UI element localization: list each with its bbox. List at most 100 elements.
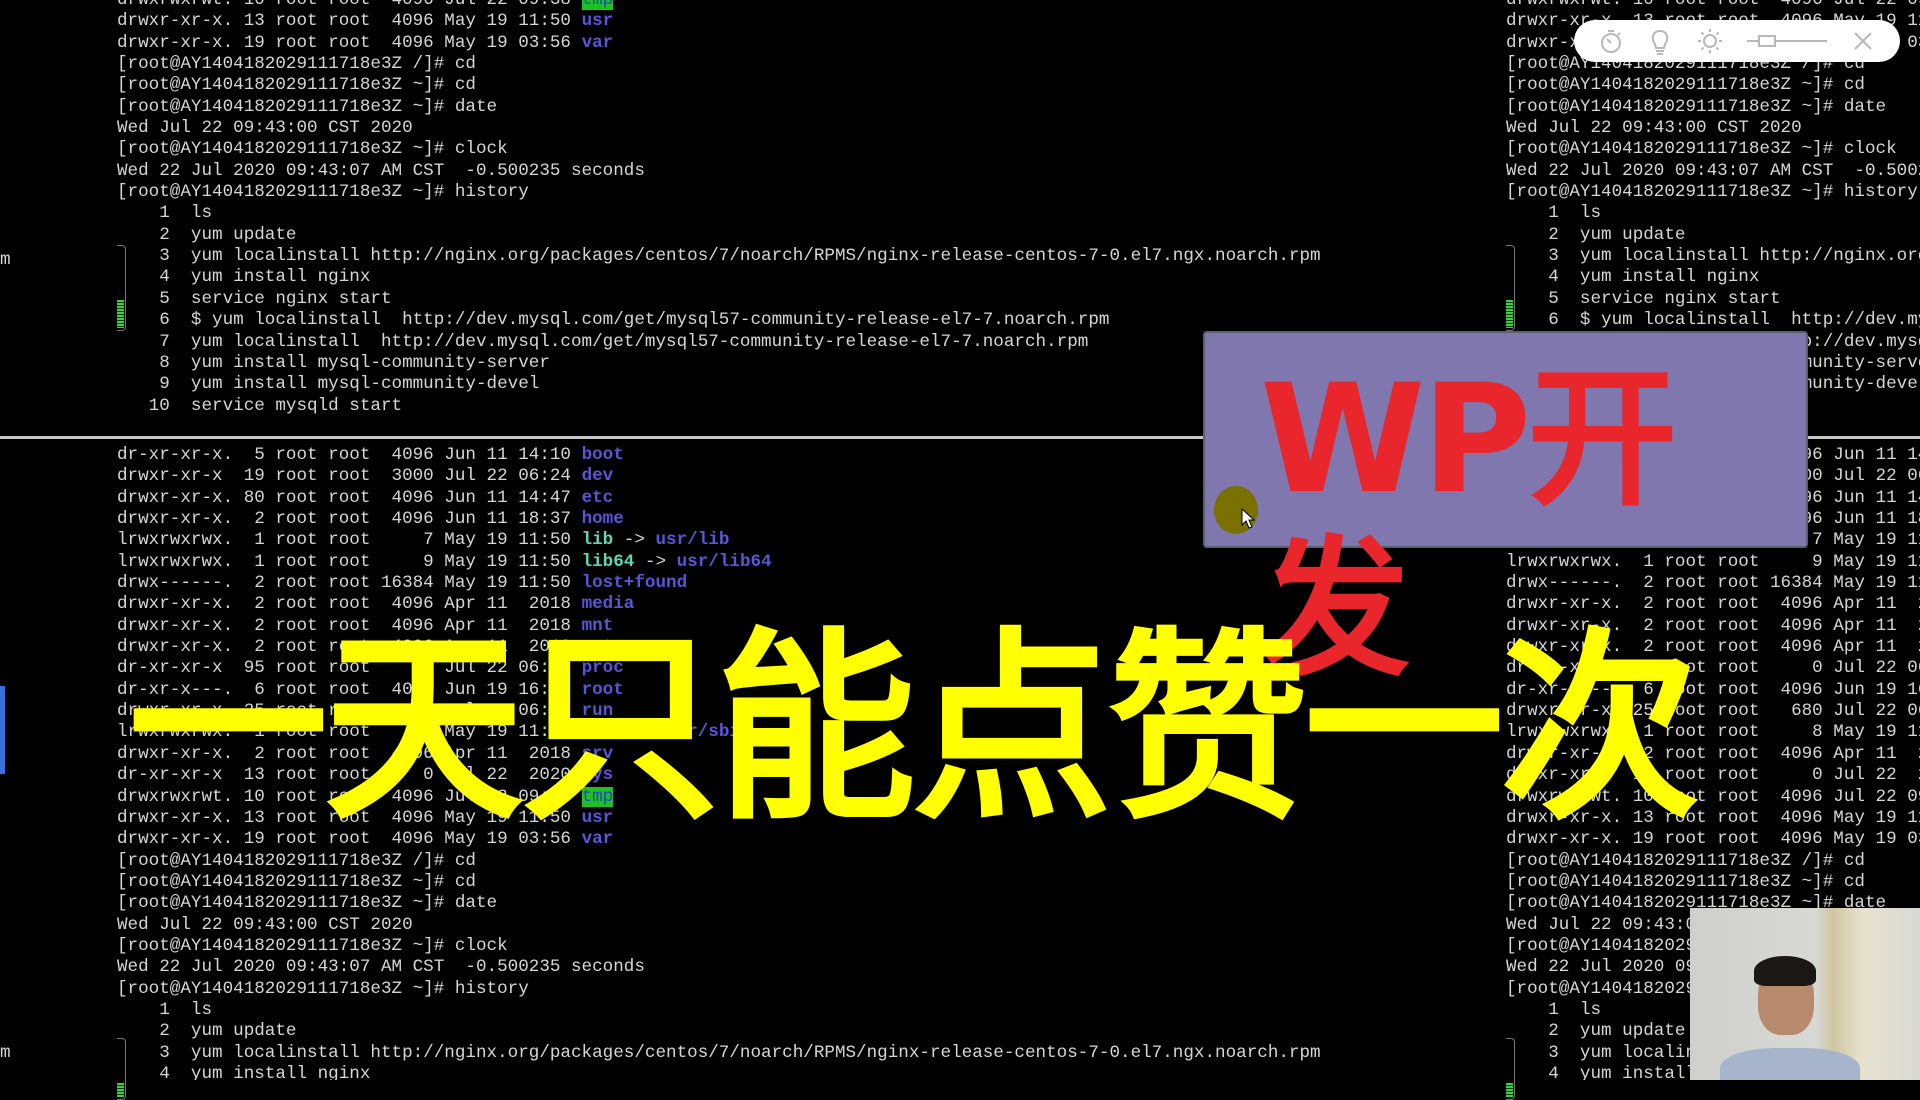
terminal-line: [root@AY1404182029111718e3Z ~]# clock: [117, 936, 1321, 957]
terminal-line: [root@AY1404182029111718e3Z ~]# cd: [1506, 75, 1920, 96]
line-text: Wed 22 Jul 2020 09:43:07 AM CST -0.50023…: [117, 160, 645, 181]
line-text: [root@AY1404182029111718e3Z ~]# history: [1506, 182, 1918, 203]
line-text: 1 ls: [1506, 999, 1602, 1020]
side-tab-handle[interactable]: [0, 686, 5, 774]
line-text: drwxr-xr-x. 19 root root 4096 May 19 03:…: [117, 32, 582, 53]
file-name: lost+found: [581, 573, 688, 594]
line-text: drwxr-xr-x. 2 root root 4096 Jun 11 18:3…: [117, 509, 582, 530]
terminal-line: [root@AY1404182029111718e3Z ~]# history: [117, 979, 1321, 1000]
terminal-line: dr-xr-xr-x. 5 root root 4096 Jun 11 14:1…: [117, 445, 1321, 466]
line-text: [root@AY1404182029111718e3Z ~]# clock: [117, 935, 508, 956]
line-text: 2 yum update: [117, 224, 297, 245]
file-name: boot: [581, 445, 624, 465]
terminal-line: drwxr-xr-x. 19 root root 4096 May 19 03:…: [117, 33, 1321, 54]
terminal-line: 3 yum localinstall http://nginx.org/pack…: [1506, 246, 1920, 267]
presenter-shirt: [1720, 1048, 1860, 1080]
file-name: dev: [581, 466, 614, 487]
line-text: 1 ls: [117, 203, 213, 224]
line-text: [root@AY1404182029111718e3Z ~]# date: [117, 893, 498, 914]
headline-caption: 一天只能点赞一次: [128, 610, 1700, 849]
line-text: lrwxrwxrwx. 1 root root 7 May 19 11:50: [117, 530, 582, 551]
scrollbar-thumb[interactable]: [117, 245, 126, 331]
scrollbar-thumb[interactable]: [117, 1038, 126, 1100]
scroll-progress: [117, 300, 124, 328]
terminal-line: Wed 22 Jul 2020 09:43:07 AM CST -0.50023…: [117, 957, 1321, 978]
terminal-line: 5 service nginx start: [1506, 289, 1920, 310]
line-text: 3 yum localinstall http://nginx.org/pack…: [1548, 246, 1920, 267]
terminal-line: lrwxrwxrwx. 1 root root 9 May 19 11:50 l…: [117, 552, 1321, 573]
terminal-line: 3 yum localinstall http://nginx.org/pack…: [117, 1042, 1321, 1064]
terminal-line: [root@AY1404182029111718e3Z ~]# history: [1506, 182, 1920, 203]
terminal-line: 2 yum update: [1506, 225, 1920, 246]
opacity-slider[interactable]: [1745, 26, 1829, 56]
presenter-hair: [1754, 956, 1816, 986]
line-text: [root@AY1404182029111718e3Z /]# cd: [117, 850, 476, 871]
terminal-line: [root@AY1404182029111718e3Z ~]# clock: [117, 139, 1321, 160]
terminal-line: [root@AY1404182029111718e3Z /]# cd: [117, 851, 1321, 872]
symlink-target: usr/lib: [655, 530, 730, 551]
line-text: [root@AY1404182029111718e3Z /]# cd: [1506, 850, 1865, 871]
line-text: drwxr-xr-x 19 root root 3000 Jul 22 06:2…: [117, 466, 582, 487]
line-text: 7 yum localinstall http://dev.mysql.com/…: [117, 331, 1089, 352]
line-text: dr-xr-xr-x. 5 root root 4096 Jun 11 14:1…: [117, 445, 582, 465]
terminal-line: [root@AY1404182029111718e3Z ~]# history: [117, 182, 1321, 203]
line-text: 1 ls: [117, 999, 213, 1020]
line-text: [root@AY1404182029111718e3Z ~]# cd: [1506, 871, 1865, 892]
line-text: [root@AY1404182029111718e3Z ~]# history: [117, 978, 529, 999]
line-text: 3 yum localinstall http://nginx.org/pack…: [117, 1042, 1321, 1063]
line-text: drwxr-xr-x. 80 root root 4096 Jun 11 14:…: [117, 487, 582, 508]
terminal-line: [root@AY1404182029111718e3Z ~]# cd: [1506, 872, 1920, 893]
line-text: [root@AY1404182029111718e3Z ~]# cd: [117, 871, 476, 892]
brightness-icon[interactable]: [1695, 26, 1725, 56]
terminal-line: 2 yum update: [117, 1021, 1321, 1042]
terminal-line: [root@AY1404182029111718e3Z ~]# cd: [117, 75, 1321, 96]
terminal-output: drwxrwxrwt. 10 root root 4096 Jul 22 09:…: [117, 0, 1321, 417]
terminal-line: 10 service mysqld start: [117, 396, 1321, 417]
line-text: 4 yum install nginx: [1506, 267, 1760, 288]
terminal-line: drwxr-xr-x. 80 root root 4096 Jun 11 14:…: [117, 488, 1321, 509]
line-text: [root@AY1404182029111718e3Z ~]# clock: [117, 139, 508, 160]
scrollbar-thumb[interactable]: [1506, 245, 1515, 331]
line-text: 5 service nginx start: [1506, 288, 1781, 309]
line-text: [root@AY1404182029111718e3Z ~]# history: [117, 182, 529, 203]
terminal-line: [root@AY1404182029111718e3Z /]# cd: [1506, 851, 1920, 872]
scroll-progress: [1506, 1083, 1513, 1097]
terminal-line: 4 yum install nginx: [117, 1064, 1321, 1080]
terminal-line: 1 ls: [117, 1000, 1321, 1021]
line-text: 2 yum update: [117, 1021, 297, 1042]
line-text: 3 yum localinstall http://nginx.org/pack…: [117, 246, 1321, 267]
terminal-line: Wed Jul 22 09:43:00 CST 2020: [117, 118, 1321, 139]
scrollbar-thumb[interactable]: [1506, 1038, 1515, 1100]
line-text: 8 yum install mysql-community-server: [117, 352, 550, 373]
close-icon[interactable]: [1848, 26, 1878, 56]
terminal-line: 8 yum install mysql-community-server: [117, 353, 1321, 374]
terminal-line: 6 $ yum localinstall http://dev.mysql.co…: [117, 310, 1321, 331]
file-name: tmp: [581, 0, 614, 10]
terminal-line: 3 yum localinstall http://nginx.org/pack…: [117, 246, 1321, 267]
title-overlay-box: WP开发: [1203, 331, 1808, 695]
file-name: etc: [581, 487, 614, 508]
terminal-line: 1 ls: [1506, 203, 1920, 224]
terminal-line: drwxr-xr-x. 13 root root 4096 May 19 11:…: [117, 11, 1321, 32]
symlink-arrow: ->: [634, 551, 677, 572]
timer-icon[interactable]: [1596, 26, 1626, 56]
line-text: Wed Jul 22 09:43:00 CST 2020: [117, 914, 413, 935]
file-name: home: [581, 509, 624, 530]
terminal-line: [root@AY1404182029111718e3Z ~]# date: [117, 893, 1321, 914]
terminal-line: 1 ls: [117, 203, 1321, 224]
terminal-line: drwxr-xr-x. 2 root root 4096 Jun 11 18:3…: [117, 509, 1321, 530]
line-text: Wed Jul 22 09:43:00 CST 2020: [117, 118, 413, 139]
line-text: Wed 22 Jul 2020 09:43:07 AM CST -0.50023…: [117, 957, 645, 978]
terminal-line: drwxr-xr-x 19 root root 3000 Jul 22 06:2…: [117, 466, 1321, 487]
text-fragment: m: [0, 1043, 11, 1063]
line-text: 2 yum update: [1506, 1021, 1686, 1042]
file-name: usr: [581, 11, 614, 32]
terminal-line: 6 $ yum localinstall http://dev.mysql.co…: [1506, 310, 1920, 331]
text-fragment: m: [0, 250, 11, 270]
file-name: var: [581, 32, 614, 53]
terminal-line: [root@AY1404182029111718e3Z ~]# cd: [117, 872, 1321, 893]
lightbulb-icon[interactable]: [1645, 26, 1675, 56]
terminal-line: drwxrwxrwt. 10 root root 4096 Jul 22 09:…: [1506, 0, 1920, 11]
line-text: [root@AY1404182029111718e3Z ~]# cd: [117, 75, 476, 96]
terminal-line: 4 yum install nginx: [117, 267, 1321, 288]
